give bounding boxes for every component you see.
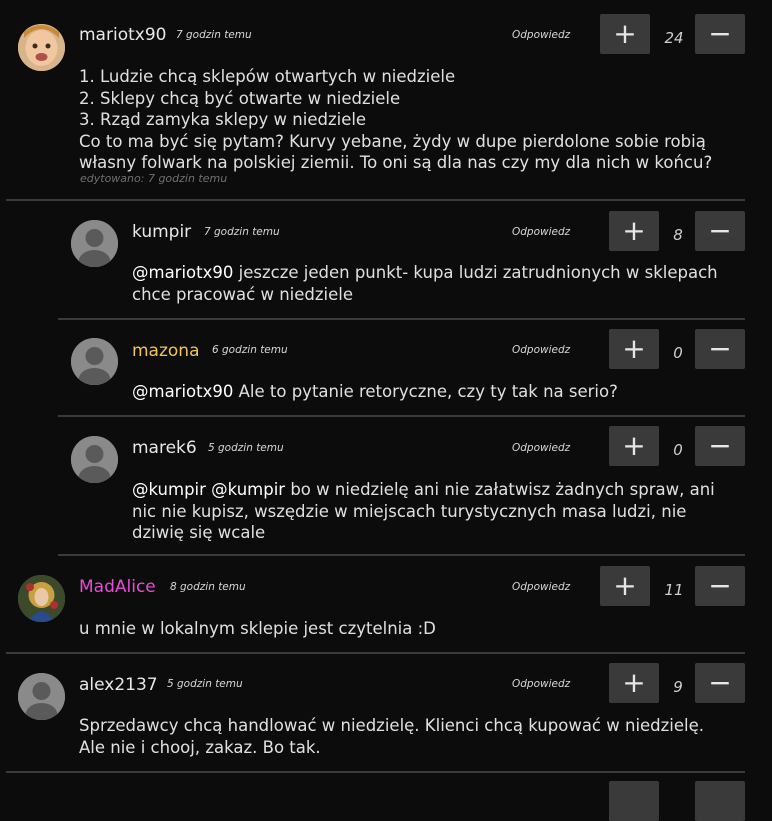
- divider: [58, 415, 745, 417]
- minus-icon: −: [708, 569, 732, 602]
- timestamp: 8 godzin temu: [170, 581, 246, 593]
- user-mention[interactable]: @mariotx90: [132, 263, 233, 282]
- reply-button[interactable]: Odpowiedz: [512, 678, 570, 690]
- username[interactable]: mariotx90: [79, 25, 166, 45]
- avatar[interactable]: [71, 220, 118, 267]
- reply-button[interactable]: Odpowiedz: [512, 344, 570, 356]
- timestamp: 7 godzin temu: [176, 29, 252, 41]
- plus-icon: +: [622, 214, 646, 247]
- downvote-button[interactable]: −: [695, 329, 745, 369]
- user-mention[interactable]: @mariotx90: [132, 382, 233, 401]
- divider: [6, 771, 745, 773]
- plus-icon: +: [622, 429, 646, 462]
- timestamp: 5 godzin temu: [167, 678, 243, 690]
- upvote-button[interactable]: +: [609, 426, 659, 466]
- comment-body: 1. Ludzie chcą sklepów otwartych w niedz…: [79, 67, 713, 172]
- divider: [58, 318, 745, 320]
- avatar[interactable]: [71, 436, 118, 483]
- downvote-button[interactable]: −: [695, 426, 745, 466]
- comment-body: Sprzedawcy chcą handlować w niedzielę. K…: [79, 716, 705, 757]
- vote-score: 24: [664, 29, 684, 47]
- divider: [6, 199, 745, 201]
- comment-body: @mariotx90 jeszcze jeden punkt- kupa lud…: [132, 262, 742, 305]
- minus-icon: −: [708, 429, 732, 462]
- plus-icon: +: [622, 332, 646, 365]
- upvote-button[interactable]: +: [609, 329, 659, 369]
- vote-score: 0: [673, 441, 683, 459]
- avatar[interactable]: [18, 575, 65, 622]
- divider: [58, 554, 745, 556]
- username[interactable]: MadAlice: [79, 577, 156, 597]
- timestamp: 6 godzin temu: [212, 344, 288, 356]
- comment-body: u mnie w lokalnym sklepie jest czytelnia…: [79, 619, 436, 638]
- username[interactable]: alex2137: [79, 675, 158, 695]
- reply-button[interactable]: Odpowiedz: [512, 226, 570, 238]
- upvote-button[interactable]: +: [600, 14, 650, 54]
- comment-body: @mariotx90 Ale to pytanie retoryczne, cz…: [132, 381, 742, 403]
- vote-score: 8: [673, 226, 683, 244]
- vote-score: 11: [664, 581, 684, 599]
- avatar[interactable]: [71, 338, 118, 385]
- username[interactable]: mazona: [132, 341, 200, 361]
- minus-icon: −: [708, 666, 732, 699]
- upvote-button[interactable]: +: [609, 663, 659, 703]
- upvote-button[interactable]: [609, 781, 659, 821]
- edited-note: edytowano: 7 godzin temu: [80, 172, 228, 185]
- vote-score: 9: [673, 678, 683, 696]
- timestamp: 5 godzin temu: [208, 442, 284, 454]
- comment-text: Ale to pytanie retoryczne, czy ty tak na…: [233, 382, 618, 401]
- plus-icon: +: [613, 17, 637, 50]
- username[interactable]: marek6: [132, 438, 197, 458]
- username[interactable]: kumpir: [132, 222, 191, 242]
- vote-score: 0: [673, 344, 683, 362]
- reply-button[interactable]: Odpowiedz: [512, 29, 570, 41]
- downvote-button[interactable]: [695, 781, 745, 821]
- timestamp: 7 godzin temu: [204, 226, 280, 238]
- minus-icon: −: [708, 17, 732, 50]
- downvote-button[interactable]: −: [695, 663, 745, 703]
- divider: [6, 652, 745, 654]
- reply-button[interactable]: Odpowiedz: [512, 581, 570, 593]
- minus-icon: −: [708, 332, 732, 365]
- plus-icon: +: [622, 666, 646, 699]
- upvote-button[interactable]: +: [609, 211, 659, 251]
- minus-icon: −: [708, 214, 732, 247]
- downvote-button[interactable]: −: [695, 211, 745, 251]
- comment-body: @kumpir @kumpir bo w niedzielę ani nie z…: [132, 479, 742, 544]
- user-mention[interactable]: @kumpir @kumpir: [132, 480, 285, 499]
- plus-icon: +: [613, 569, 637, 602]
- downvote-button[interactable]: −: [695, 566, 745, 606]
- downvote-button[interactable]: −: [695, 14, 745, 54]
- avatar[interactable]: [18, 673, 65, 720]
- upvote-button[interactable]: +: [600, 566, 650, 606]
- avatar[interactable]: [18, 24, 65, 71]
- reply-button[interactable]: Odpowiedz: [512, 442, 570, 454]
